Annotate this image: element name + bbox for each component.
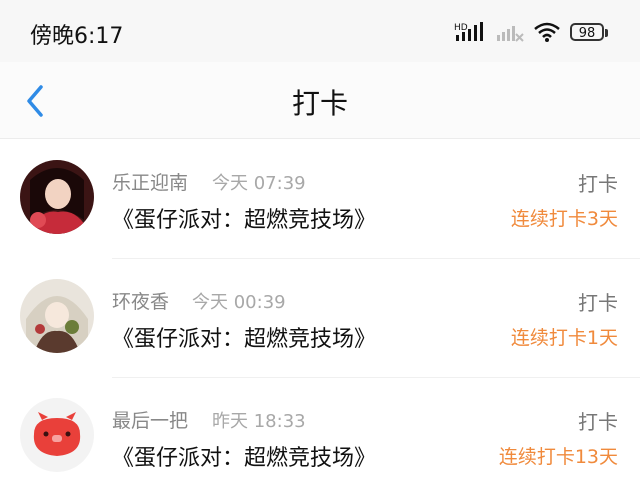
- game-title: 《蛋仔派对：超燃竞技场》: [112, 208, 377, 233]
- streak-label: 连续打卡1天: [510, 327, 618, 349]
- checkin-label: 打卡: [578, 410, 618, 434]
- checkin-list: 乐正迎南 今天 07:39 《蛋仔派对：超燃竞技场》 打卡 连续打卡3天 环夜香…: [0, 140, 640, 496]
- list-item[interactable]: 最后一把 昨天 18:33 《蛋仔派对：超燃竞技场》 打卡 连续打卡13天: [20, 377, 640, 496]
- status-bar: 傍晚6:17 HD 98: [0, 0, 640, 62]
- checkin-time: 昨天 18:33: [212, 411, 306, 432]
- second-signal-icon: [497, 26, 524, 42]
- checkin-time: 今天 00:39: [192, 292, 286, 313]
- checkin-label: 打卡: [578, 172, 618, 196]
- streak-label: 连续打卡3天: [510, 208, 618, 230]
- page-title: 打卡: [291, 87, 348, 120]
- user-name: 乐正迎南: [112, 172, 189, 194]
- user-name: 最后一把: [112, 410, 189, 432]
- list-item[interactable]: 乐正迎南 今天 07:39 《蛋仔派对：超燃竞技场》 打卡 连续打卡3天: [0, 140, 640, 258]
- avatar[interactable]: [20, 279, 94, 353]
- battery-icon: 98: [570, 23, 608, 41]
- avatar[interactable]: [20, 160, 94, 234]
- status-icons: HD 98: [454, 20, 608, 44]
- checkin-time: 今天 07:39: [212, 173, 306, 194]
- user-name: 环夜香: [112, 291, 170, 313]
- nav-bar: 打卡: [0, 62, 640, 139]
- list-item[interactable]: 环夜香 今天 00:39 《蛋仔派对：超燃竞技场》 打卡 连续打卡1天: [20, 258, 640, 377]
- hd-label: HD: [454, 23, 468, 33]
- status-time: 傍晚6:17: [30, 24, 124, 49]
- avatar[interactable]: [20, 398, 94, 472]
- hd-signal-icon: HD: [454, 22, 483, 41]
- wifi-icon: [534, 22, 560, 42]
- checkin-label: 打卡: [578, 291, 618, 315]
- game-title: 《蛋仔派对：超燃竞技场》: [112, 327, 377, 352]
- game-title: 《蛋仔派对：超燃竞技场》: [112, 446, 377, 471]
- streak-label: 连续打卡13天: [498, 446, 618, 468]
